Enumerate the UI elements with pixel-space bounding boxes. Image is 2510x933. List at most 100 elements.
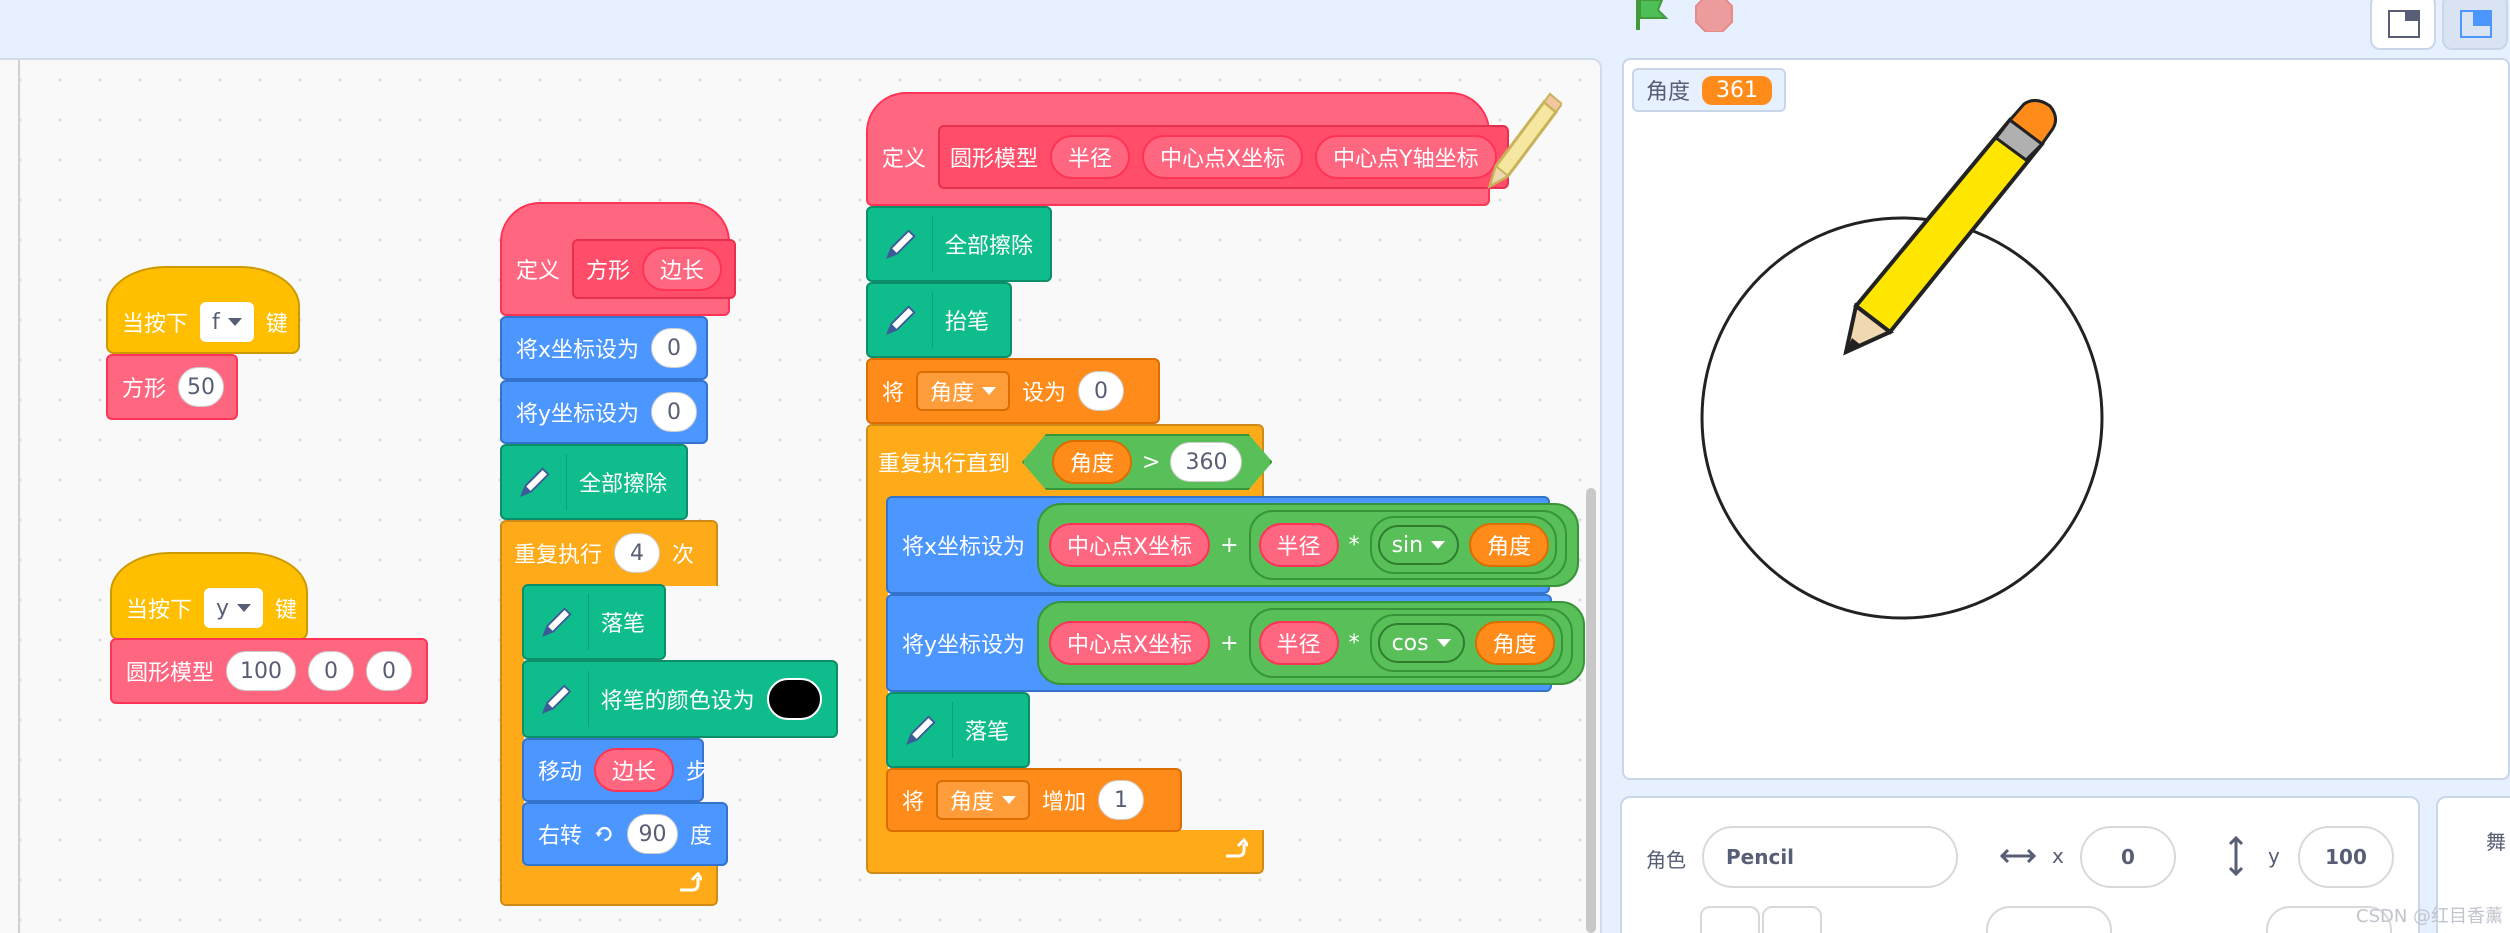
set-variable-block[interactable]: 将 角度 设为 0 [866,358,1160,424]
loop-arrow-icon [1226,838,1248,858]
variable-monitor[interactable]: 角度 361 [1632,68,1787,112]
y-position-input[interactable]: 100 [2298,826,2394,888]
param-reporter[interactable]: 边长 [642,247,723,291]
change-variable-block[interactable]: 将 角度 增加 1 [886,768,1182,832]
set-x-block[interactable]: 将x坐标设为 0 [500,316,708,380]
param-reporter[interactable]: 中心点X坐标 [1142,135,1304,179]
param-reporter[interactable]: 半径 [1258,621,1339,665]
repeat-until-footer [866,830,1264,874]
code-scrollbar[interactable] [1586,488,1596,933]
block-label: 重复执行直到 [878,452,1011,477]
call-label: 方形 [122,377,167,402]
variable-name: 角度 [950,790,995,815]
param-reporter[interactable]: 边长 [594,748,675,792]
math-function-operator[interactable]: cos 角度 [1369,614,1563,672]
show-sprite-toggle[interactable] [1700,906,1760,933]
green-flag-icon[interactable] [1632,0,1672,30]
watermark: CSDN @红目香薰 [2356,906,2504,927]
small-stage-icon [2388,10,2420,38]
variable-reporter[interactable]: 角度 [1474,621,1555,665]
block-label: 右转 [538,824,583,849]
block-label: 将x坐标设为 [902,535,1026,560]
define-hat[interactable]: 定义 方形 边长 [500,202,737,316]
pen-icon [885,229,916,260]
key-dropdown[interactable]: y [204,588,264,628]
number-input[interactable]: 0 [651,328,698,368]
pen-up-block[interactable]: 抬笔 [866,282,1012,358]
when-key-pressed-hat[interactable]: 当按下 f 键 [106,266,300,354]
param-reporter[interactable]: 中心点X坐标 [1049,523,1211,567]
number-input[interactable]: 4 [614,533,661,573]
variable-reporter[interactable]: 角度 [1052,440,1132,484]
number-input[interactable]: 0 [308,651,354,691]
small-stage-button[interactable] [2370,0,2436,50]
block-label: 将 [882,381,905,406]
key-value: y [216,595,230,621]
call-circle-block[interactable]: 圆形模型 100 0 0 [110,638,428,704]
number-input[interactable]: 360 [1170,442,1242,482]
x-position-input[interactable]: 0 [2080,826,2176,888]
operator-symbol: * [1348,630,1360,656]
define-hat[interactable]: 定义 圆形模型 半径 中心点X坐标 中心点Y轴坐标 [866,92,1509,206]
when-key-pressed-hat[interactable]: 当按下 y 键 [110,552,308,640]
number-input[interactable]: 50 [178,367,225,407]
call-label: 圆形模型 [126,661,215,686]
param-reporter[interactable]: 半径 [1258,523,1339,567]
vertical-arrows-icon [2228,836,2244,876]
stage[interactable] [1622,58,2510,780]
normal-stage-button[interactable] [2442,0,2508,50]
operator-symbol: * [1348,532,1360,558]
variable-reporter[interactable]: 角度 [1469,523,1550,567]
number-input[interactable]: 1 [1098,780,1145,820]
pencil-sprite-icon [1843,99,2057,356]
operator-symbol: + [1220,532,1239,558]
number-input[interactable]: 0 [651,392,698,432]
divider [952,702,953,758]
multiply-operator[interactable]: 半径 * cos 角度 [1248,608,1573,678]
hide-sprite-toggle[interactable] [1762,906,1822,933]
divider [587,671,589,727]
pen-down-block[interactable]: 落笔 [886,692,1030,768]
set-y-block[interactable]: 将y坐标设为 中心点X坐标 + 半径 * cos 角度 [886,594,1585,692]
pen-down-block[interactable]: 落笔 [522,584,666,660]
add-operator[interactable]: 中心点X坐标 + 半径 * cos 角度 [1037,601,1585,685]
param-reporter[interactable]: 半径 [1050,135,1131,179]
chevron-down-icon [237,604,252,612]
multiply-operator[interactable]: 半径 * sin 角度 [1248,510,1568,580]
set-pen-color-block[interactable]: 将笔的颜色设为 [522,660,838,738]
turn-right-block[interactable]: 右转 90 度 [522,802,728,866]
repeat-until-block[interactable]: 重复执行直到 角度 > 360 [866,424,1264,498]
size-input[interactable] [1986,906,2112,933]
pen-clear-block[interactable]: 全部擦除 [866,206,1052,282]
top-bar [0,0,2510,58]
number-input[interactable]: 90 [627,814,678,854]
function-dropdown[interactable]: cos [1377,623,1465,663]
set-x-block[interactable]: 将x坐标设为 中心点X坐标 + 半径 * sin 角度 [886,496,1580,594]
add-operator[interactable]: 中心点X坐标 + 半径 * sin 角度 [1037,503,1580,587]
param-reporter[interactable]: 中心点Y轴坐标 [1315,135,1497,179]
key-dropdown[interactable]: f [200,302,254,342]
variable-dropdown[interactable]: 角度 [936,780,1031,820]
function-name: sin [1391,532,1424,558]
set-y-block[interactable]: 将y坐标设为 0 [500,380,708,444]
number-input[interactable]: 0 [366,651,412,691]
number-input[interactable]: 0 [1078,371,1125,411]
color-swatch[interactable] [766,678,822,720]
pen-icon [519,467,550,498]
pen-clear-block[interactable]: 全部擦除 [500,444,688,520]
call-square-block[interactable]: 方形 50 [106,354,238,420]
block-label: 抬笔 [945,310,990,335]
repeat-until-arm [866,496,888,832]
block-label: 落笔 [601,612,646,637]
math-function-operator[interactable]: sin 角度 [1369,516,1558,574]
sprite-name-input[interactable]: Pencil [1702,826,1958,888]
greater-than-operator[interactable]: 角度 > 360 [1022,434,1272,490]
stop-icon[interactable] [1694,0,1734,32]
pen-icon [541,607,572,638]
variable-dropdown[interactable]: 角度 [916,371,1011,411]
param-reporter[interactable]: 中心点X坐标 [1049,621,1211,665]
move-block[interactable]: 移动 边长 步 [522,738,708,802]
number-input[interactable]: 100 [226,651,296,691]
function-dropdown[interactable]: sin [1377,525,1460,565]
repeat-block[interactable]: 重复执行 4 次 [500,520,718,586]
